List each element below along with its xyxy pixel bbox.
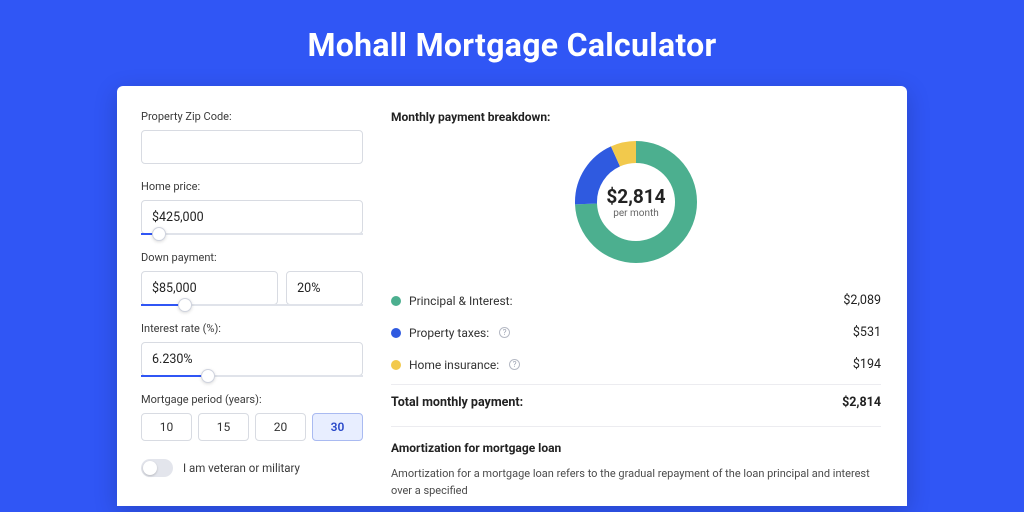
veteran-toggle-row: I am veteran or military (141, 459, 363, 477)
total-value: $2,814 (842, 395, 881, 410)
home-price-group: Home price: (141, 180, 363, 235)
toggle-knob-icon (143, 461, 157, 475)
slider-thumb-icon[interactable] (152, 227, 166, 241)
info-icon[interactable]: ? (509, 359, 520, 370)
mortgage-period-group: Mortgage period (years): 10 15 20 30 (141, 393, 363, 441)
legend-label: Principal & Interest: (409, 294, 513, 308)
donut-subtext: per month (613, 208, 659, 219)
veteran-label: I am veteran or military (183, 461, 300, 475)
veteran-toggle[interactable] (141, 459, 173, 477)
donut-chart: $2,814 per month (391, 136, 881, 268)
period-options: 10 15 20 30 (141, 413, 363, 441)
interest-rate-slider[interactable] (141, 375, 363, 377)
legend-row-home-insurance: Home insurance: ? $194 (391, 348, 881, 380)
page-title: Mohall Mortgage Calculator (0, 0, 1024, 86)
legend-dot-icon (391, 296, 401, 306)
legend-value: $531 (853, 325, 881, 340)
slider-thumb-icon[interactable] (178, 298, 192, 312)
amortization-body: Amortization for a mortgage loan refers … (391, 465, 881, 499)
legend-label: Home insurance: (409, 358, 499, 372)
home-price-slider[interactable] (141, 233, 363, 235)
period-option-10[interactable]: 10 (141, 413, 192, 441)
period-option-30[interactable]: 30 (312, 413, 363, 441)
home-price-label: Home price: (141, 180, 363, 193)
home-price-input[interactable] (141, 200, 363, 234)
donut-center: $2,814 per month (570, 136, 702, 268)
total-label: Total monthly payment: (391, 395, 523, 410)
legend-value: $194 (853, 357, 881, 372)
period-option-20[interactable]: 20 (255, 413, 306, 441)
mortgage-period-label: Mortgage period (years): (141, 393, 363, 406)
down-payment-label: Down payment: (141, 251, 363, 264)
legend-dot-icon (391, 328, 401, 338)
zip-field-group: Property Zip Code: (141, 110, 363, 164)
slider-thumb-icon[interactable] (201, 369, 215, 383)
inputs-panel: Property Zip Code: Home price: Down paym… (117, 86, 385, 506)
zip-label: Property Zip Code: (141, 110, 363, 123)
interest-rate-label: Interest rate (%): (141, 322, 363, 335)
breakdown-title: Monthly payment breakdown: (391, 110, 881, 124)
total-row: Total monthly payment: $2,814 (391, 384, 881, 422)
legend-row-property-taxes: Property taxes: ? $531 (391, 316, 881, 348)
down-payment-pct-input[interactable] (286, 271, 363, 305)
interest-rate-group: Interest rate (%): (141, 322, 363, 377)
donut-amount: $2,814 (606, 185, 665, 208)
down-payment-group: Down payment: (141, 251, 363, 306)
legend-dot-icon (391, 360, 401, 370)
amortization-title: Amortization for mortgage loan (391, 441, 881, 455)
calculator-card: Property Zip Code: Home price: Down paym… (117, 86, 907, 506)
period-option-15[interactable]: 15 (198, 413, 249, 441)
interest-rate-input[interactable] (141, 342, 363, 376)
amortization-section: Amortization for mortgage loan Amortizat… (391, 426, 881, 499)
legend-label: Property taxes: (409, 326, 489, 340)
zip-input[interactable] (141, 130, 363, 164)
breakdown-panel: Monthly payment breakdown: $2,814 per mo… (385, 86, 907, 506)
legend-value: $2,089 (843, 293, 881, 308)
legend-row-principal-interest: Principal & Interest: $2,089 (391, 284, 881, 316)
down-payment-slider[interactable] (141, 304, 363, 306)
down-payment-input[interactable] (141, 271, 278, 305)
info-icon[interactable]: ? (499, 327, 510, 338)
